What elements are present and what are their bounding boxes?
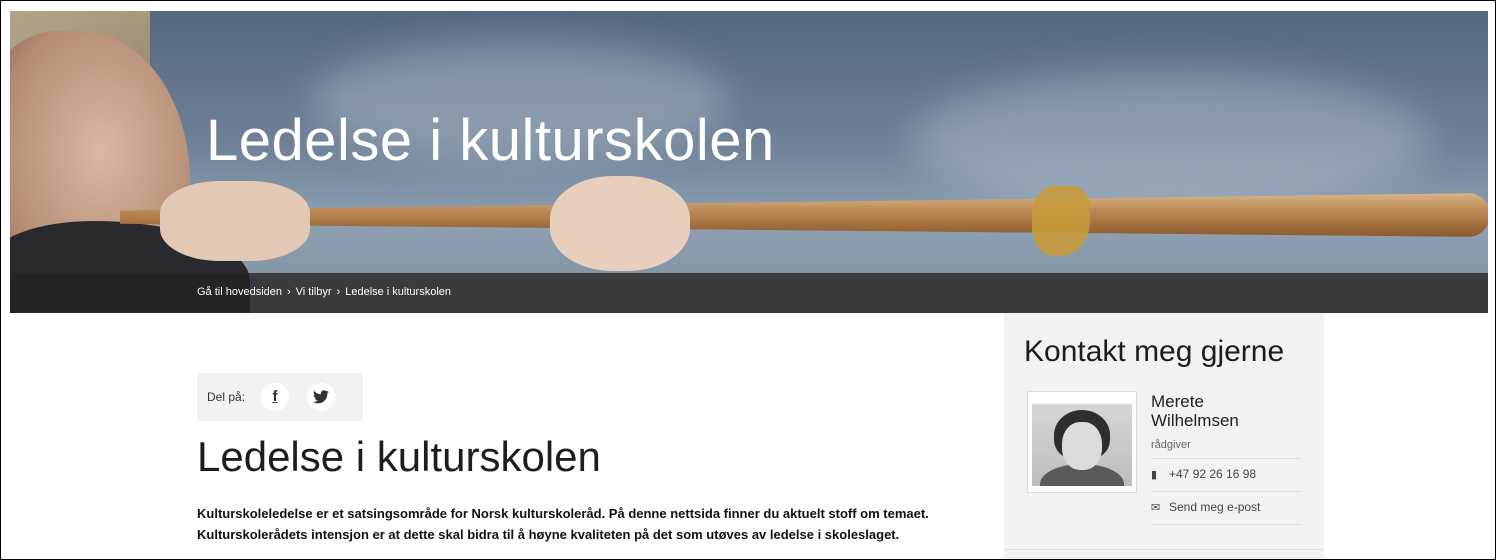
sidebar-divider (1004, 549, 1324, 550)
contact-heading: Kontakt meg gjerne (1024, 335, 1285, 368)
breadcrumb-separator: › (336, 286, 341, 298)
contact-name: Merete Wilhelmsen (1151, 392, 1239, 430)
contact-role: rådgiver (1151, 439, 1191, 451)
email-icon: ✉ (1151, 502, 1161, 514)
avatar (1027, 391, 1137, 493)
avatar-face (1062, 422, 1102, 470)
breadcrumb-separator: › (287, 286, 291, 298)
hero-title: Ledelse i kulturskolen (206, 108, 775, 173)
hero-hand (160, 181, 310, 261)
share-box: Del på: f (197, 373, 363, 421)
share-label: Del på: (207, 390, 246, 404)
divider (1151, 491, 1301, 492)
divider (1151, 524, 1301, 525)
hero-horn-knot (1032, 186, 1090, 256)
article-lead: Kulturskoleledelse er et satsingsområde … (197, 506, 929, 542)
phone-icon: ▮ (1151, 469, 1158, 481)
breadcrumb-bar: Gå til hovedsiden › Vi tilbyr › Ledelse i ku… (10, 273, 1488, 313)
page: Ledelse i kulturskolen Gå til hovedsiden… (0, 0, 1496, 560)
hero-horn (120, 193, 1488, 237)
article-title: Ledelse i kulturskolen (197, 433, 601, 480)
breadcrumb-services-link[interactable]: Vi tilbyr (296, 286, 332, 298)
twitter-icon (313, 390, 329, 404)
breadcrumb-current: Ledelse i kulturskolen (345, 286, 452, 298)
right-margin (1324, 313, 1488, 559)
facebook-icon: f (272, 388, 278, 405)
email-link[interactable]: ✉ Send meg e-post (1151, 500, 1260, 514)
facebook-share-button[interactable]: f (261, 383, 289, 411)
avatar-image (1032, 404, 1132, 486)
twitter-share-button[interactable] (307, 383, 335, 411)
hero-hand (550, 176, 690, 271)
breadcrumb: Gå til hovedsiden › Vi tilbyr › Ledelse i ku… (197, 286, 451, 298)
phone-number: +47 92 26 16 98 (1169, 467, 1257, 481)
breadcrumb-home-link[interactable]: Gå til hovedsiden (197, 286, 282, 298)
hero-cloud (910, 71, 1430, 211)
contact-sidebar: Kontakt meg gjerne Merete Wilhelmsen råd… (1004, 313, 1324, 559)
hero-banner: Ledelse i kulturskolen Gå til hovedsiden… (10, 11, 1488, 313)
phone-link[interactable]: ▮ +47 92 26 16 98 (1151, 467, 1256, 481)
divider (1151, 458, 1301, 459)
email-label: Send meg e-post (1169, 500, 1261, 514)
